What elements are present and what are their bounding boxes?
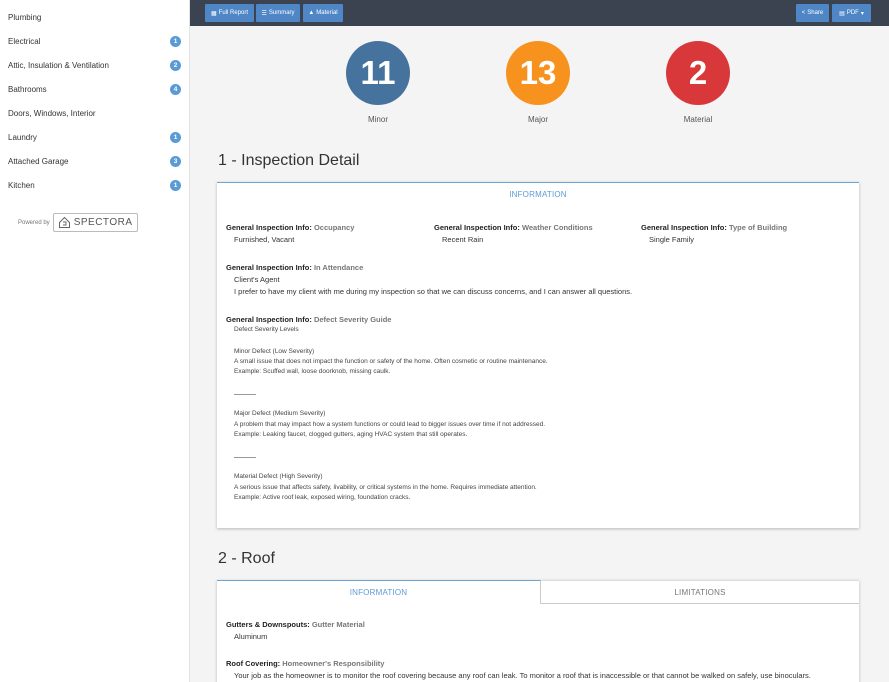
severity-guide-field: General Inspection Info: Defect Severity… bbox=[226, 315, 392, 324]
section-title-inspection-detail: 1 - Inspection Detail bbox=[218, 152, 360, 169]
minor-label: Minor bbox=[367, 115, 388, 124]
inspection-detail-card: INFORMATION General Inspection Info: Occ… bbox=[217, 182, 859, 528]
attendance-field: General Inspection Info: In Attendance C… bbox=[226, 263, 633, 296]
minor-count-circle[interactable]: 11 bbox=[346, 41, 410, 105]
major-label: Major bbox=[527, 115, 548, 124]
sidebar-item-label: Laundry bbox=[8, 132, 37, 142]
count-badge: 1 bbox=[170, 179, 181, 191]
sidebar-item-laundry[interactable]: Laundry 1 bbox=[0, 125, 190, 149]
severity-levels-heading: Defect Severity Levels bbox=[234, 326, 299, 333]
warning-icon: ▲ bbox=[308, 10, 315, 16]
sidebar-item-attached-garage[interactable]: Attached Garage 3 bbox=[0, 149, 190, 173]
spectora-house-icon bbox=[58, 216, 70, 228]
file-icon: ▤ bbox=[839, 10, 845, 17]
major-defect-example: Example: Leaking faucet, clogged gutters… bbox=[234, 431, 468, 438]
roof-covering-field: Roof Covering: Homeowner's Responsibilit… bbox=[226, 659, 811, 680]
divider bbox=[234, 394, 256, 395]
share-icon: < bbox=[801, 10, 806, 16]
report-toolbar: ▦ Full Report ☰ Summary ▲ Material < Sha… bbox=[190, 0, 889, 26]
share-button[interactable]: < Share bbox=[796, 4, 829, 22]
sidebar-item-label: Attic, Insulation & Ventilation bbox=[8, 60, 109, 70]
count-badge: 4 bbox=[170, 83, 181, 95]
minor-defect-desc: A small issue that does not impact the f… bbox=[234, 358, 548, 365]
count-badge: 1 bbox=[170, 35, 181, 47]
occupancy-value: Furnished, Vacant bbox=[234, 235, 295, 244]
tab-information[interactable]: INFORMATION bbox=[217, 580, 541, 604]
powered-by[interactable]: Powered by SPECTORA bbox=[18, 213, 138, 232]
roof-covering-value: Your job as the homeowner is to monitor … bbox=[234, 671, 811, 680]
report-main: 11 Minor 13 Major 2 Material 1 - Inspect… bbox=[190, 26, 889, 682]
sidebar-item-attic[interactable]: Attic, Insulation & Ventilation 2 bbox=[0, 53, 190, 77]
count-badge: 2 bbox=[170, 59, 181, 71]
caret-down-icon: ▾ bbox=[860, 10, 864, 17]
count-badge: 1 bbox=[170, 131, 181, 143]
spectora-logo: SPECTORA bbox=[52, 213, 138, 232]
sidebar-item-label: Attached Garage bbox=[8, 156, 69, 166]
major-defect-title: Major Defect (Medium Severity) bbox=[234, 410, 326, 417]
major-count-circle[interactable]: 13 bbox=[506, 41, 570, 105]
sidebar-item-label: Doors, Windows, Interior bbox=[8, 108, 96, 118]
material-defect-desc: A serious issue that affects safety, liv… bbox=[234, 484, 537, 491]
gutter-material-field: Gutters & Downspouts: Gutter Material Al… bbox=[226, 620, 365, 641]
sidebar-item-plumbing[interactable]: Plumbing bbox=[0, 5, 190, 29]
attendance-value: Client's Agent bbox=[234, 275, 280, 284]
major-defect-desc: A problem that may impact how a system f… bbox=[234, 421, 546, 428]
weather-field: General Inspection Info: Weather Conditi… bbox=[434, 223, 593, 244]
sidebar-item-label: Kitchen bbox=[8, 180, 35, 190]
sidebar: Plumbing Electrical 1 Attic, Insulation … bbox=[0, 0, 190, 682]
weather-value: Recent Rain bbox=[442, 235, 484, 244]
tab-information[interactable]: INFORMATION bbox=[217, 183, 859, 205]
list-icon: ☰ bbox=[261, 10, 267, 17]
roof-card: INFORMATION LIMITATIONS Gutters & Downsp… bbox=[217, 580, 859, 682]
gutter-material-value: Aluminum bbox=[234, 632, 268, 641]
material-defect-title: Material Defect (High Severity) bbox=[234, 473, 323, 480]
sidebar-item-label: Electrical bbox=[8, 36, 41, 46]
material-count-circle[interactable]: 2 bbox=[666, 41, 730, 105]
summary-button[interactable]: ☰ Summary bbox=[256, 4, 300, 22]
pdf-dropdown-button[interactable]: ▤ PDF ▾ bbox=[832, 4, 871, 22]
document-icon: ▦ bbox=[210, 10, 217, 17]
building-type-value: Single Family bbox=[649, 235, 695, 244]
sidebar-item-electrical[interactable]: Electrical 1 bbox=[0, 29, 190, 53]
spectora-brand: SPECTORA bbox=[73, 217, 133, 228]
section-title-roof: 2 - Roof bbox=[218, 550, 275, 567]
sidebar-item-label: Bathrooms bbox=[8, 84, 47, 94]
material-button[interactable]: ▲ Material bbox=[303, 4, 343, 22]
material-defect-example: Example: Active roof leak, exposed wirin… bbox=[234, 494, 411, 501]
sidebar-item-kitchen[interactable]: Kitchen 1 bbox=[0, 173, 190, 197]
roof-tabs: INFORMATION LIMITATIONS bbox=[217, 580, 859, 604]
sidebar-item-label: Plumbing bbox=[8, 12, 42, 22]
minor-defect-example: Example: Scuffed wall, loose doorknob, m… bbox=[234, 368, 391, 375]
full-report-button[interactable]: ▦ Full Report bbox=[205, 4, 254, 22]
tab-limitations[interactable]: LIMITATIONS bbox=[541, 580, 859, 604]
sidebar-item-bathrooms[interactable]: Bathrooms 4 bbox=[0, 77, 190, 101]
minor-defect-title: Minor Defect (Low Severity) bbox=[234, 348, 315, 355]
material-label: Material bbox=[683, 115, 713, 124]
building-type-field: General Inspection Info: Type of Buildin… bbox=[641, 223, 788, 244]
divider bbox=[234, 457, 256, 458]
sidebar-item-doors-windows-interior[interactable]: Doors, Windows, Interior bbox=[0, 101, 190, 125]
occupancy-field: General Inspection Info: Occupancy Furni… bbox=[226, 223, 355, 244]
attendance-note: I prefer to have my client with me durin… bbox=[234, 287, 633, 296]
powered-by-text: Powered by bbox=[18, 219, 50, 226]
count-badge: 3 bbox=[170, 155, 181, 167]
